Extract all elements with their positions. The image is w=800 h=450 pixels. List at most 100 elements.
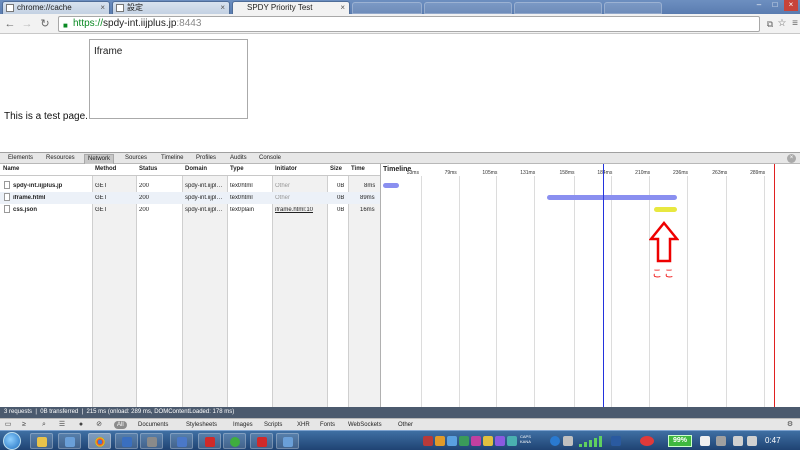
cell-name: css.json (13, 207, 38, 213)
filter-scripts[interactable]: Scripts (264, 421, 282, 429)
tab-console[interactable]: Console (256, 154, 284, 163)
filter-other[interactable]: Other (398, 421, 413, 429)
forward-button[interactable]: → (20, 17, 34, 31)
tray-icon[interactable] (507, 436, 517, 446)
taskbar-app-icon[interactable] (58, 433, 81, 449)
filter-xhr[interactable]: XHR (297, 421, 310, 429)
cell-status: 200 (139, 195, 150, 201)
dock-icon[interactable]: ▭ (4, 421, 12, 429)
tray-icon[interactable] (550, 436, 560, 446)
taskbar-app-icon[interactable] (198, 433, 221, 449)
tab-audits[interactable]: Audits (227, 154, 250, 163)
column-type[interactable]: Type (230, 166, 244, 172)
cell-type: text/html (230, 183, 253, 189)
reload-button[interactable]: ↻ (38, 17, 52, 31)
tray-icon[interactable] (483, 436, 493, 446)
dom-content-loaded-marker (602, 164, 604, 407)
timeline-gridline (649, 176, 651, 407)
background-tab (424, 2, 512, 14)
close-icon[interactable]: × (100, 2, 105, 13)
close-window-button[interactable]: × (784, 0, 798, 11)
cloud-icon[interactable] (640, 436, 654, 446)
taskbar-chrome-icon[interactable] (88, 433, 111, 449)
timeline-tick-label: 210ms (635, 170, 651, 176)
table-row[interactable]: iframe.html GET 200 spdy-int.iijpl… text… (0, 192, 380, 204)
tray-icon[interactable] (423, 436, 433, 446)
tray-icon[interactable] (563, 436, 573, 446)
signal-strength-icon[interactable] (578, 435, 604, 447)
tab-timeline[interactable]: Timeline (158, 154, 186, 163)
tab-resources[interactable]: Resources (43, 154, 78, 163)
filter-websockets[interactable]: WebSockets (348, 421, 382, 429)
record-icon[interactable]: ● (77, 421, 85, 429)
battery-indicator[interactable]: 99% (668, 435, 692, 447)
timeline-bar[interactable] (653, 207, 677, 212)
column-time[interactable]: Time (351, 166, 365, 172)
ime-indicator[interactable]: CAPS KANA (520, 434, 531, 444)
column-status[interactable]: Status (139, 166, 157, 172)
tray-icon[interactable] (495, 436, 505, 446)
network-icon[interactable] (733, 436, 743, 446)
settings-gear-icon[interactable]: ⚙ (786, 421, 794, 429)
close-icon[interactable]: × (340, 2, 345, 13)
timeline-tick-label: 236ms (673, 170, 689, 176)
tab-chrome-cache[interactable]: chrome://cache × (2, 1, 110, 14)
taskbar-explorer-icon[interactable] (30, 433, 53, 449)
maximize-button[interactable]: □ (768, 0, 782, 11)
wrench-icon (116, 4, 124, 12)
column-method[interactable]: Method (95, 166, 116, 172)
cell-method: GET (95, 207, 108, 213)
volume-icon[interactable] (747, 436, 757, 446)
power-icon[interactable] (700, 436, 710, 446)
tab-settings[interactable]: 設定 × (112, 1, 230, 14)
filter-images[interactable]: Images (233, 421, 253, 429)
tab-spdy-priority-test[interactable]: SPDY Priority Test × (232, 1, 350, 14)
table-row[interactable]: css.json GET 200 spdy-int.iijpl… text/pl… (0, 204, 380, 216)
tray-icon[interactable] (716, 436, 726, 446)
table-row[interactable]: spdy-int.iijplus.jp GET 200 spdy-int.iij… (0, 180, 380, 192)
search-icon[interactable]: ⌕ (40, 421, 48, 429)
cell-initiator-link[interactable]: iframe.html:10 (275, 207, 313, 213)
iframe-label: Iframe (94, 46, 123, 57)
address-bar[interactable]: ■ https://spdy-int.iijplus.jp:8443 (58, 16, 760, 32)
timeline-bar[interactable] (382, 183, 399, 188)
filter-documents[interactable]: Documents (138, 421, 168, 429)
tray-icon[interactable] (459, 436, 469, 446)
annotation-text: ここ (652, 269, 676, 280)
tray-icon[interactable] (447, 436, 457, 446)
filter-all[interactable]: All (114, 421, 127, 429)
column-initiator[interactable]: Initiator (275, 166, 297, 172)
clock: 0:47 (765, 436, 781, 445)
taskbar-app-icon[interactable] (276, 433, 299, 449)
timeline-tick-label: 105ms (482, 170, 498, 176)
tab-elements[interactable]: Elements (5, 154, 36, 163)
tab-profiles[interactable]: Profiles (193, 154, 219, 163)
close-devtools-icon[interactable]: × (787, 154, 796, 163)
taskbar-pdf-icon[interactable] (250, 433, 273, 449)
taskbar-app-icon[interactable] (115, 433, 138, 449)
list-view-icon[interactable]: ☰ (58, 421, 66, 429)
cell-initiator: Other (275, 183, 291, 189)
tab-sources[interactable]: Sources (122, 154, 150, 163)
taskbar-app-icon[interactable] (140, 433, 163, 449)
tray-icon[interactable] (435, 436, 445, 446)
start-button[interactable] (3, 432, 21, 450)
menu-icon[interactable]: ≡ (788, 17, 800, 31)
back-button[interactable]: ← (3, 17, 17, 31)
column-domain[interactable]: Domain (185, 166, 207, 172)
tray-icon[interactable] (611, 436, 621, 446)
tab-label: chrome://cache (17, 3, 72, 12)
filter-stylesheets[interactable]: Stylesheets (186, 421, 217, 429)
column-size[interactable]: Size (330, 166, 342, 172)
column-name[interactable]: Name (3, 166, 19, 172)
clear-icon[interactable]: ⊘ (95, 421, 103, 429)
taskbar-app-icon[interactable] (170, 433, 193, 449)
filter-fonts[interactable]: Fonts (320, 421, 335, 429)
console-drawer-icon[interactable]: ≥ (20, 421, 28, 429)
taskbar-app-icon[interactable] (223, 433, 246, 449)
minimize-button[interactable]: – (752, 0, 766, 11)
timeline-bar[interactable] (547, 195, 677, 200)
tray-icon[interactable] (471, 436, 481, 446)
bookmark-star-icon[interactable]: ☆ (775, 17, 789, 31)
close-icon[interactable]: × (220, 2, 225, 13)
